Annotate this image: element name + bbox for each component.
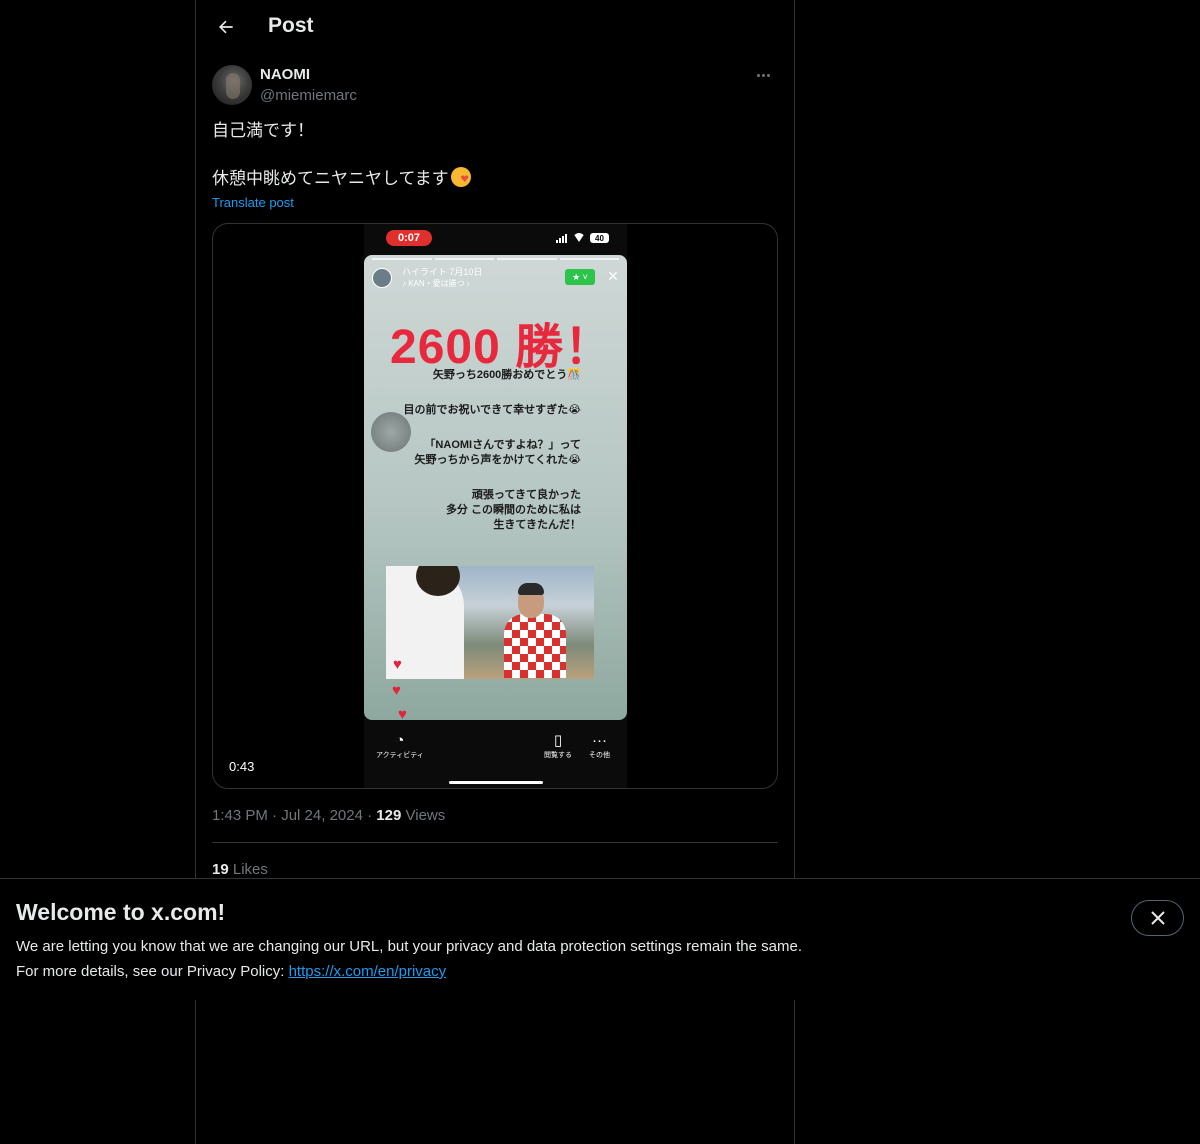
story-music: ♪ KAN・愛は勝つ › (402, 279, 470, 288)
translate-post-link[interactable]: Translate post (212, 195, 294, 210)
video-frame: 0:07 40 ハイライト 7月10日 ♪ KAN・愛は勝つ › ★ ˅ × 2… (364, 224, 627, 788)
banner-close-button[interactable] (1131, 900, 1184, 936)
heart-icon: ♥ (398, 706, 407, 720)
story-photo (386, 566, 594, 679)
page-title: Post (268, 14, 314, 37)
story-meta: ハイライト 7月10日 ♪ KAN・愛は勝つ › (402, 267, 482, 289)
more-dot-icon (766, 73, 770, 77)
photo-jockey-silks (504, 614, 566, 678)
heart-icon: ♥ (392, 682, 401, 699)
banner-title: Welcome to x.com! (16, 899, 226, 925)
post-author: NAOMI @miemiemarc (212, 64, 778, 106)
smiling-face-with-hearts-icon (450, 167, 471, 187)
story-line: 多分 この瞬間のために私は (445, 504, 581, 516)
post-text-line: 自己満です！ (212, 121, 314, 140)
story-line: 矢野っち2600勝おめでとう🎊 (432, 369, 581, 381)
post-time[interactable]: 1:43 PM (212, 807, 268, 824)
separator-dot: · (272, 807, 282, 824)
heart-icon: ♥ (393, 656, 402, 673)
likes-label: Likes (232, 861, 268, 878)
divider (212, 842, 778, 843)
more-options-button[interactable] (748, 64, 778, 86)
post-text-line: 休憩中眺めてニヤニヤしてます (212, 169, 449, 188)
story-line: 頑張ってきて良かった (471, 489, 581, 501)
more-dot-icon (756, 73, 760, 77)
story-screen: ハイライト 7月10日 ♪ KAN・愛は勝つ › ★ ˅ × 2600 勝！ 矢… (364, 255, 627, 720)
post-meta: 1:43 PM · Jul 24, 2024 · 129 Views (212, 807, 445, 824)
phone-bottom-bar: ◔ アクティビティ ▯ 閲覧する ··· その他 (364, 722, 627, 788)
story-progress-bar (372, 258, 619, 260)
post-text: 自己満です！ 休憩中眺めてニヤニヤしてます (212, 119, 778, 191)
star-icon: ★ ˅ (565, 269, 595, 285)
video-duration: 0:43 (229, 759, 255, 774)
view-label: 閲覧する (544, 752, 572, 759)
more-dot-icon (761, 73, 765, 77)
signal-icon (556, 234, 567, 243)
views-count: 129 (376, 807, 402, 824)
banner-body: We are letting you know that we are chan… (16, 934, 802, 984)
avatar[interactable] (212, 65, 252, 105)
more-label: その他 (589, 752, 610, 759)
page-header: Post (196, 0, 794, 54)
likes-link[interactable]: 19 Likes (212, 861, 268, 878)
banner-body-prefix: For more details, see our Privacy Policy… (16, 963, 289, 980)
arrow-left-icon (219, 20, 233, 34)
close-icon: × (607, 266, 619, 286)
activity-label: アクティビティ (376, 752, 424, 759)
story-title: ハイライト 7月10日 (402, 267, 483, 277)
wifi-icon (573, 233, 585, 242)
eye-icon: ◔ (395, 732, 405, 749)
welcome-banner: Welcome to x.com! We are letting you kno… (0, 878, 1200, 1000)
more-tab: ··· その他 (589, 732, 610, 760)
back-button[interactable] (208, 9, 244, 45)
post-text-line-with-emoji: 休憩中眺めてニヤニヤしてます (212, 167, 778, 191)
banner-body-line: We are letting you know that we are chan… (16, 938, 802, 955)
activity-tab: ◔ アクティビティ (376, 732, 424, 760)
loading-spinner-icon (371, 412, 411, 452)
story-line: 生きてきたんだ！ (493, 519, 581, 531)
post-date[interactable]: Jul 24, 2024 (281, 807, 363, 824)
view-tab: ▯ 閲覧する (544, 732, 572, 760)
story-line: 矢野っちから声をかけてくれた😭 (414, 454, 581, 466)
photo-jockey-face (518, 583, 544, 618)
home-indicator (449, 781, 543, 784)
story-avatar (372, 268, 392, 288)
ellipsis-icon: ··· (592, 732, 607, 749)
phone-status-bar: 0:07 40 (364, 224, 627, 254)
privacy-policy-link[interactable]: https://x.com/en/privacy (289, 963, 447, 980)
separator-dot: · (367, 807, 377, 824)
author-display-name[interactable]: NAOMI (260, 66, 310, 83)
cards-icon: ▯ (553, 732, 563, 749)
likes-count: 19 (212, 861, 229, 878)
views-label: Views (405, 807, 446, 824)
video-player[interactable]: 0:07 40 ハイライト 7月10日 ♪ KAN・愛は勝つ › ★ ˅ × 2… (212, 223, 778, 789)
record-time-badge: 0:07 (386, 230, 432, 246)
author-handle[interactable]: @miemiemarc (260, 87, 357, 104)
story-big-text: 2600 勝！ (390, 321, 614, 374)
banner-body-line-2: For more details, see our Privacy Policy… (16, 959, 802, 984)
close-icon (1150, 911, 1165, 925)
battery-icon: 40 (590, 233, 609, 243)
